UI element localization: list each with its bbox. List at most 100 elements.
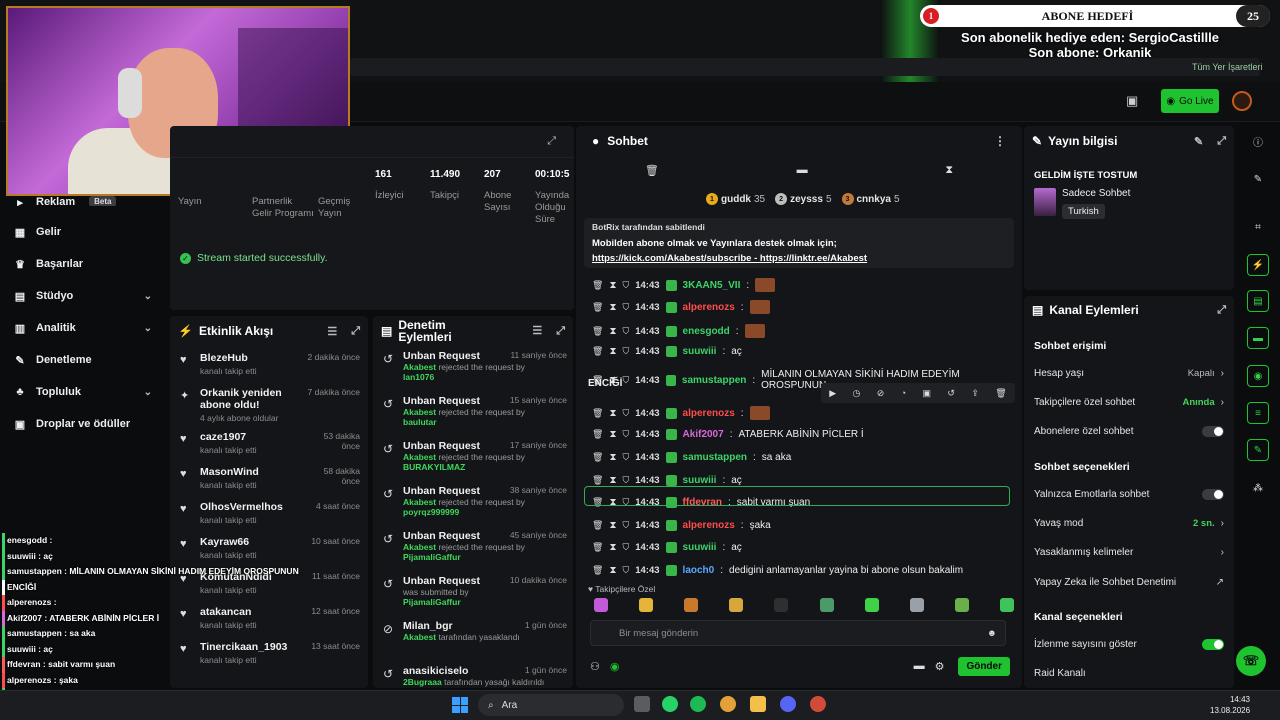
chrome-icon[interactable]	[720, 696, 736, 712]
taskbar-clock[interactable]: 14:43 13.08.2026	[1210, 694, 1250, 716]
popout-icon[interactable]: ⤢	[547, 135, 556, 148]
emote-icon[interactable]	[864, 598, 879, 612]
hourglass-icon[interactable]: ⧗	[609, 429, 616, 440]
hourglass-icon[interactable]: ⧗	[609, 475, 616, 486]
filter-icon[interactable]: ☰	[532, 325, 542, 337]
app-icon[interactable]	[810, 696, 826, 712]
trash-icon[interactable]: 🗑	[592, 520, 603, 531]
activity-row[interactable]: ♥ caze1907 kanalı takip etti 53 dakika önce	[170, 425, 368, 460]
pinned-links[interactable]: https://kick.com/Akabest/subscribe - htt…	[592, 253, 1006, 264]
info-icon[interactable]: ⓘ	[1247, 130, 1269, 152]
chat-message[interactable]: 🗑 ⧗ ⛉ 14:43 suuwiii: aç	[592, 542, 1012, 553]
sidebar-item-basarilar[interactable]: ♛ Başarılar	[0, 248, 170, 280]
emote-icon[interactable]	[639, 598, 654, 612]
more-icon[interactable]: ⋮	[994, 134, 1006, 148]
shield-icon[interactable]: ⛉	[622, 542, 629, 553]
whatsapp-icon[interactable]	[662, 696, 678, 712]
ban-icon[interactable]: ⊘	[877, 388, 885, 399]
trash-icon[interactable]: 🗑	[592, 302, 603, 313]
chat-username[interactable]: 3KAAN5_VII	[683, 280, 741, 291]
moderation-row[interactable]: ⊘ Milan_bgr 1 gün önce Akabest tarafından y…	[373, 616, 573, 661]
chat-message[interactable]: 🗑 ⧗ ⛉ 14:43 samustappen: sa aka	[592, 452, 1012, 463]
chat-message[interactable]: 🗑 ⧗ ⛉ 14:43 enesgodd:	[592, 324, 1012, 338]
pin-icon[interactable]: ⇪	[971, 388, 979, 399]
shield-icon[interactable]: ⛉	[622, 429, 629, 440]
crop-icon[interactable]: ⌗	[1247, 216, 1269, 238]
emote-icon[interactable]	[819, 598, 834, 612]
chat-icon[interactable]: ▬	[1247, 327, 1269, 349]
shield-icon[interactable]: ⛉	[622, 452, 629, 463]
sidebar-item-gelir[interactable]: ▦ Gelir	[0, 216, 170, 248]
moderation-row[interactable]: ↺ Unban Request 15 saniye önce Akabest reje…	[373, 391, 573, 436]
reply-icon[interactable]: ◔	[901, 388, 906, 398]
kick-icon[interactable]: ◉	[610, 660, 620, 673]
shield-icon[interactable]: ⛉	[622, 565, 629, 576]
moderation-row[interactable]: ↺ Unban Request 45 saniye önce Akabest reje…	[373, 526, 573, 571]
list-icon[interactable]: ≡	[1247, 402, 1269, 424]
chat-message[interactable]: 🗑 ⧗ ⛉ 14:43 suuwiii: aç	[592, 346, 1012, 357]
shield-icon[interactable]: ⛉	[622, 326, 629, 337]
sidebar-item-denetleme[interactable]: ✎ Denetleme	[0, 344, 170, 376]
shield-icon[interactable]: ⛉	[622, 346, 629, 357]
popout-icon[interactable]: ⤢	[556, 325, 565, 337]
hourglass-icon[interactable]: ⧗	[609, 326, 616, 337]
moderation-row[interactable]: ↺ Unban Request 38 saniye önce Akabest reje…	[373, 481, 573, 526]
sidebar-item-analitik[interactable]: ▥ Analitik ⌄	[0, 312, 170, 344]
trash-icon[interactable]: 🗑	[592, 542, 603, 553]
emote-only-toggle[interactable]	[1202, 489, 1224, 500]
taskbar-search[interactable]: ⌕ Ara	[478, 694, 624, 716]
sidebar-item-studyo[interactable]: ▤ Stüdyo ⌄	[0, 280, 170, 312]
sidebar-item-topluluk[interactable]: ♣ Topluluk ⌄	[0, 376, 170, 408]
windows-start-icon[interactable]	[452, 697, 468, 713]
shield-icon[interactable]: ⛉	[622, 408, 629, 419]
hourglass-icon[interactable]: ⧗	[609, 302, 616, 313]
raid-option[interactable]: Raid Kanalı	[1034, 668, 1224, 679]
top-chatter[interactable]: 1 guddk 35	[706, 193, 765, 205]
chat-username[interactable]: suuwiii	[683, 542, 717, 553]
chat-username[interactable]: laoch0	[683, 565, 715, 576]
trash-icon[interactable]: 🗑	[645, 164, 659, 177]
message-icon[interactable]: ▬	[914, 660, 925, 672]
activity-row[interactable]: ♥ OlhosVermelhos kanalı takip etti 4 saat ö…	[170, 495, 368, 530]
clock-icon[interactable]: ◷	[853, 388, 861, 399]
shield-icon[interactable]: ⛉	[622, 302, 629, 313]
hourglass-icon[interactable]: ⧗	[609, 542, 616, 553]
filter-icon[interactable]: ☰	[327, 325, 337, 338]
activity-row[interactable]: ♥ BlezeHub kanalı takip etti 2 dakika önce	[170, 346, 368, 381]
chat-message[interactable]: 🗑 ⧗ ⛉ 14:43 laoch0: dedigini anlamayanlar yay…	[592, 565, 1012, 576]
go-live-button[interactable]: ◉ Go Live	[1161, 89, 1219, 113]
shield-icon[interactable]: ⛉	[622, 475, 629, 486]
bookmarks-folder[interactable]: Tüm Yer İşaretleri	[1192, 62, 1263, 72]
hourglass-icon[interactable]: ⧗	[609, 565, 616, 576]
emote-icon[interactable]	[729, 598, 744, 612]
chat-username[interactable]: alperenozs	[683, 302, 735, 313]
apps-icon[interactable]: ⁂	[1247, 477, 1269, 499]
play-icon[interactable]: ▶	[829, 388, 836, 399]
top-chatter[interactable]: 2 zeysss 5	[775, 193, 832, 205]
chat-username[interactable]: suuwiii	[683, 475, 717, 486]
emoji-icon[interactable]: ☻	[987, 628, 997, 639]
chat-message[interactable]: 🗑 ⧗ ⛉ 14:43 alperenozs:	[592, 300, 1012, 314]
hourglass-icon[interactable]: ⧗	[609, 280, 616, 291]
user-avatar[interactable]	[1232, 91, 1252, 111]
popout-icon[interactable]: ⤢	[1217, 135, 1226, 148]
hourglass-icon[interactable]: ⧗	[609, 520, 616, 531]
gear-icon[interactable]: ⚙	[935, 660, 945, 673]
pinned-message[interactable]: BotRix tarafından sabitlendi Mobilden ab…	[584, 218, 1014, 268]
chat-username[interactable]: enesgodd	[683, 326, 730, 337]
chat-message[interactable]: 🗑 ⧗ ⛉ 14:43 alperenozs:	[592, 406, 1012, 420]
file-explorer-icon[interactable]	[634, 696, 650, 712]
trash-icon[interactable]: 🗑	[592, 429, 603, 440]
moderation-row[interactable]: ↺ Unban Request 11 saniye önce Akabest reje…	[373, 346, 573, 391]
chat-username[interactable]: suuwiii	[683, 346, 717, 357]
shield-icon[interactable]: ⛉	[622, 280, 629, 291]
trash-icon[interactable]: 🗑	[592, 280, 603, 291]
activity-row[interactable]: ✦ Orkanik yeniden abone oldu! 4 aylık abon…	[170, 381, 368, 425]
bolt-icon[interactable]: ⚡	[1247, 254, 1269, 276]
emote-icon[interactable]	[684, 598, 699, 612]
trash-icon[interactable]: 🗑	[592, 452, 603, 463]
popout-icon[interactable]: ⤢	[351, 325, 360, 338]
shield-icon[interactable]: ⛉	[622, 520, 629, 531]
hourglass-icon[interactable]: ⧗	[609, 452, 616, 463]
trash-icon[interactable]: 🗑	[592, 565, 603, 576]
